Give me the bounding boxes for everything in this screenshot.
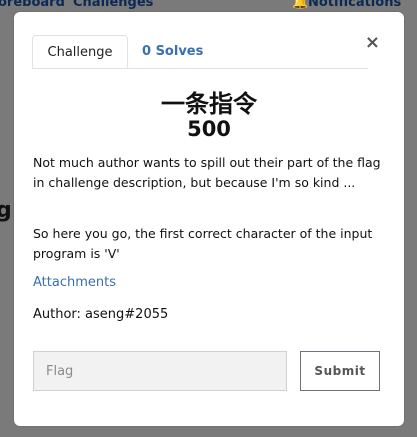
attachments-link[interactable]: Attachments (33, 275, 116, 290)
background-heading-fragment: g (0, 198, 12, 223)
challenge-description-paragraph: So here you go, the first correct charac… (33, 226, 373, 261)
tab-challenge[interactable]: Challenge (32, 35, 128, 68)
nav-scoreboard-link: oreboard (0, 0, 65, 10)
challenge-points: 500 (187, 117, 231, 141)
challenge-title: 一条指令 (161, 90, 257, 118)
nav-challenges-link: Challenges (73, 0, 154, 10)
challenge-tabs: Challenge 0 Solves (32, 35, 368, 69)
tab-solves[interactable]: 0 Solves (128, 35, 217, 68)
bell-icon: 🔔 (292, 0, 309, 10)
challenge-modal: × Challenge 0 Solves 一条指令 500 Not much a… (14, 12, 404, 426)
flag-input[interactable] (33, 351, 287, 391)
nav-notifications-link: Notifications (308, 0, 402, 10)
challenge-author: Author: aseng#2055 (33, 307, 169, 322)
submit-button[interactable]: Submit (300, 351, 380, 391)
challenge-description-paragraph: Not much author wants to spill out their… (33, 155, 381, 190)
